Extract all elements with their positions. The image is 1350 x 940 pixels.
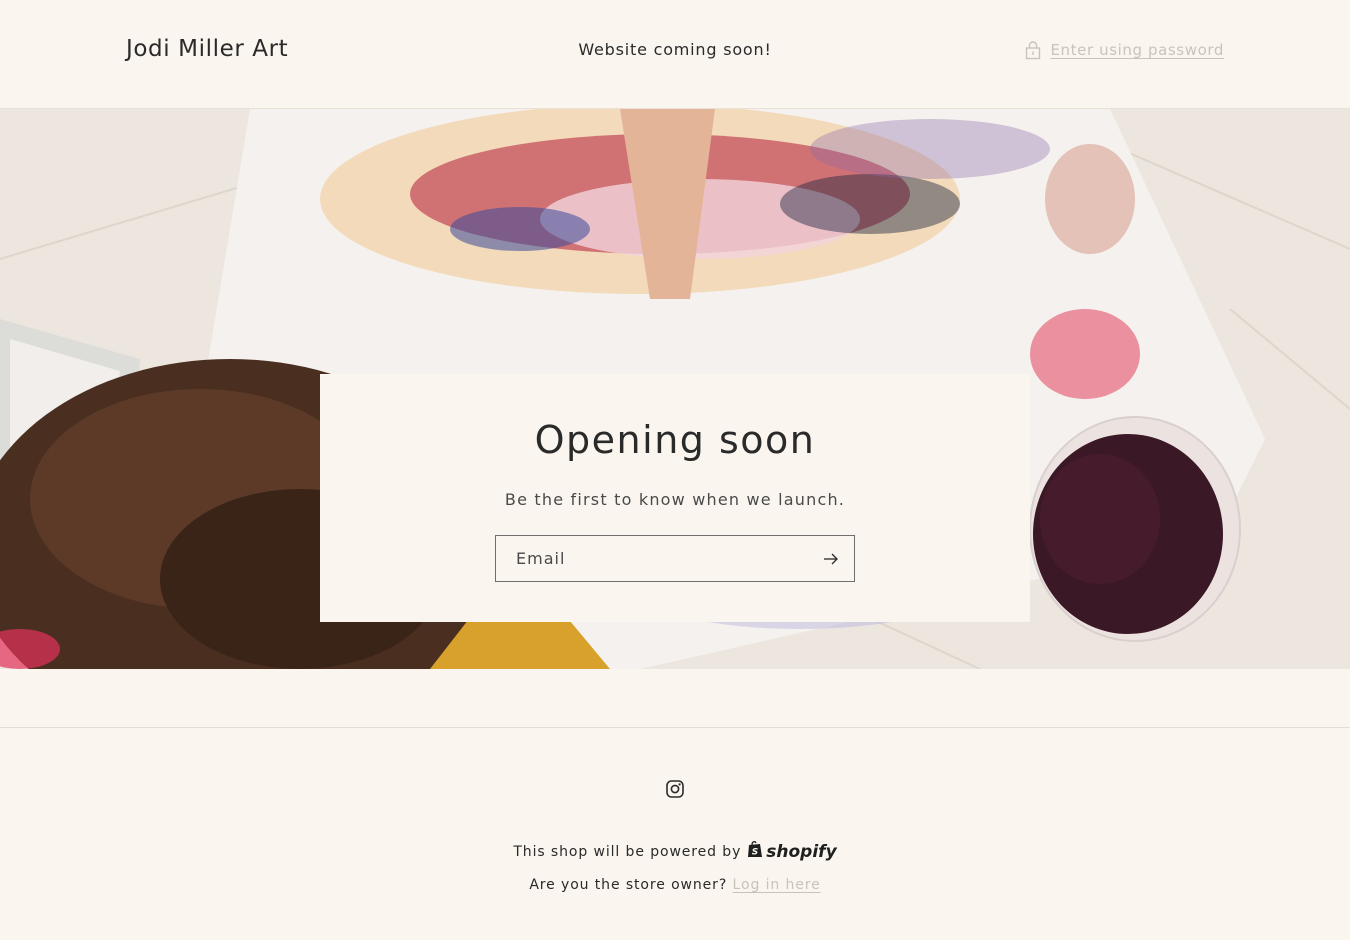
arrow-right-icon xyxy=(824,553,838,565)
instagram-link[interactable] xyxy=(665,779,685,799)
email-input[interactable] xyxy=(496,536,806,581)
store-owner-line: Are you the store owner? Log in here xyxy=(0,877,1350,893)
signup-title: Opening soon xyxy=(534,418,816,462)
enter-password-label: Enter using password xyxy=(1050,41,1224,59)
instagram-icon xyxy=(665,780,685,803)
signup-card: Opening soon Be the first to know when w… xyxy=(320,374,1030,622)
powered-by-line: This shop will be powered by S shopify xyxy=(0,840,1350,863)
owner-question: Are you the store owner? xyxy=(529,877,728,893)
hero-banner: Opening soon Be the first to know when w… xyxy=(0,109,1350,669)
enter-password-link[interactable]: Enter using password xyxy=(1024,40,1224,60)
site-header: Jodi Miller Art Website coming soon! Ent… xyxy=(0,0,1350,109)
lock-icon xyxy=(1024,40,1042,60)
shopify-bag-icon: S xyxy=(747,840,763,863)
signup-subtitle: Be the first to know when we launch. xyxy=(504,490,846,509)
shopify-wordmark: shopify xyxy=(766,841,837,862)
powered-by-text: This shop will be powered by xyxy=(513,843,742,860)
svg-text:S: S xyxy=(752,848,758,858)
newsletter-form xyxy=(495,535,855,582)
subscribe-button[interactable] xyxy=(808,536,854,581)
login-link[interactable]: Log in here xyxy=(733,877,821,893)
shopify-logo-link[interactable]: S shopify xyxy=(747,840,837,863)
footer-divider xyxy=(0,727,1350,728)
